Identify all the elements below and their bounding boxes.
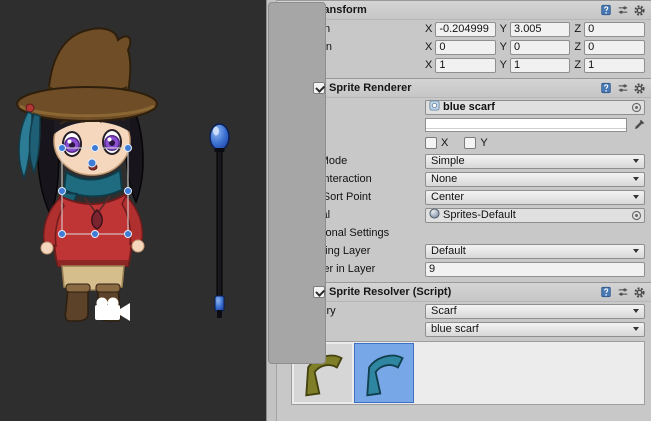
scale-z-field[interactable] xyxy=(584,58,645,73)
position-row: Position X Y Z xyxy=(277,20,651,38)
additional-settings-foldout[interactable]: Additional Settings xyxy=(277,224,651,242)
sprite-row: Sprite blue scarf xyxy=(277,98,651,116)
rotation-z-field[interactable] xyxy=(584,40,645,55)
sorting-layer-row: Sorting Layer Default xyxy=(277,242,651,260)
help-icon[interactable] xyxy=(599,4,612,17)
z-axis-label: Z xyxy=(574,41,581,53)
eyedropper-icon[interactable] xyxy=(631,118,645,132)
category-dropdown[interactable]: Scarf xyxy=(425,304,645,319)
sprite-resolver-component: Sprite Resolver (Script) Category xyxy=(277,282,651,409)
sprite-sort-point-dropdown[interactable]: Center xyxy=(425,190,645,205)
scale-x-field[interactable] xyxy=(435,58,495,73)
gear-icon[interactable] xyxy=(633,4,646,17)
transform-header[interactable]: Transform xyxy=(277,1,651,20)
thumbnail-blue-scarf[interactable] xyxy=(355,344,413,402)
x-axis-label: X xyxy=(425,41,432,53)
scene-canvas xyxy=(0,0,266,421)
position-y-field[interactable] xyxy=(510,22,570,37)
sprite-resolver-header[interactable]: Sprite Resolver (Script) xyxy=(277,283,651,302)
help-icon[interactable] xyxy=(599,286,612,299)
y-axis-label: Y xyxy=(500,59,507,71)
z-axis-label: Z xyxy=(574,23,581,35)
y-axis-label: Y xyxy=(500,23,507,35)
transform-component: Transform Position X Y xyxy=(277,0,651,78)
rotation-row: Rotation X Y Z xyxy=(277,38,651,56)
color-row: Color xyxy=(277,116,651,134)
position-x-field[interactable] xyxy=(435,22,495,37)
label-value: blue scarf xyxy=(431,323,479,335)
scene-view[interactable] xyxy=(0,0,266,421)
chevron-down-icon xyxy=(633,327,639,331)
draw-mode-dropdown[interactable]: Simple xyxy=(425,154,645,169)
chevron-down-icon xyxy=(633,249,639,253)
sorting-layer-value: Default xyxy=(431,245,466,257)
scrollbar-thumb[interactable] xyxy=(268,2,326,364)
sprite-renderer-component: Sprite Renderer Sprite xyxy=(277,78,651,282)
material-value: Sprites-Default xyxy=(443,209,627,221)
material-asset-icon xyxy=(429,208,440,222)
category-value: Scarf xyxy=(431,305,457,317)
sprite-asset-icon xyxy=(429,100,440,114)
mask-interaction-dropdown[interactable]: None xyxy=(425,172,645,187)
sprite-sort-point-row: Sprite Sort Point Center xyxy=(277,188,651,206)
flip-y-checkbox[interactable] xyxy=(464,137,476,149)
chevron-down-icon xyxy=(633,195,639,199)
sprite-object-field[interactable]: blue scarf xyxy=(425,100,645,115)
presets-icon[interactable] xyxy=(616,286,629,299)
component-enabled-checkbox[interactable] xyxy=(313,82,325,94)
inspector-panel: Transform Position X Y xyxy=(277,0,651,421)
flip-x-checkbox[interactable] xyxy=(425,137,437,149)
z-axis-label: Z xyxy=(574,59,581,71)
x-axis-label: X xyxy=(425,59,432,71)
component-title: Sprite Resolver (Script) xyxy=(329,286,451,298)
color-field[interactable] xyxy=(425,118,627,132)
sprite-thumbnail-strip xyxy=(291,341,645,405)
unity-editor: Transform Position X Y xyxy=(0,0,651,421)
object-picker-icon[interactable] xyxy=(630,101,642,113)
sprite-renderer-header[interactable]: Sprite Renderer xyxy=(277,79,651,98)
order-in-layer-row: Order in Layer xyxy=(277,260,651,278)
scale-row: Scale X Y Z xyxy=(277,56,651,74)
presets-icon[interactable] xyxy=(616,4,629,17)
inspector-scrollbar[interactable] xyxy=(266,0,277,421)
help-icon[interactable] xyxy=(599,82,612,95)
flip-y-label: Y xyxy=(480,137,487,149)
label-dropdown[interactable]: blue scarf xyxy=(425,322,645,337)
chevron-down-icon xyxy=(633,177,639,181)
x-axis-label: X xyxy=(425,23,432,35)
scale-y-field[interactable] xyxy=(510,58,570,73)
flip-x-label: X xyxy=(441,137,448,149)
component-title: Sprite Renderer xyxy=(329,82,412,94)
chevron-down-icon xyxy=(633,309,639,313)
label-row: Label blue scarf xyxy=(277,320,651,338)
draw-mode-row: Draw Mode Simple xyxy=(277,152,651,170)
sprite-value: blue scarf xyxy=(443,101,627,113)
draw-mode-value: Simple xyxy=(431,155,465,167)
mask-interaction-row: Mask Interaction None xyxy=(277,170,651,188)
material-row: Material Sprites-Default xyxy=(277,206,651,224)
sprite-sort-point-value: Center xyxy=(431,191,464,203)
category-row: Category Scarf xyxy=(277,302,651,320)
flip-row: Flip X Y xyxy=(277,134,651,152)
position-z-field[interactable] xyxy=(584,22,645,37)
component-enabled-checkbox[interactable] xyxy=(313,286,325,298)
sorting-layer-dropdown[interactable]: Default xyxy=(425,244,645,259)
object-picker-icon[interactable] xyxy=(630,209,642,221)
rotation-x-field[interactable] xyxy=(435,40,495,55)
y-axis-label: Y xyxy=(500,41,507,53)
mask-interaction-value: None xyxy=(431,173,457,185)
gear-icon[interactable] xyxy=(633,82,646,95)
chevron-down-icon xyxy=(633,159,639,163)
order-in-layer-field[interactable] xyxy=(425,262,645,277)
material-object-field[interactable]: Sprites-Default xyxy=(425,208,645,223)
gear-icon[interactable] xyxy=(633,286,646,299)
rotation-y-field[interactable] xyxy=(510,40,570,55)
presets-icon[interactable] xyxy=(616,82,629,95)
